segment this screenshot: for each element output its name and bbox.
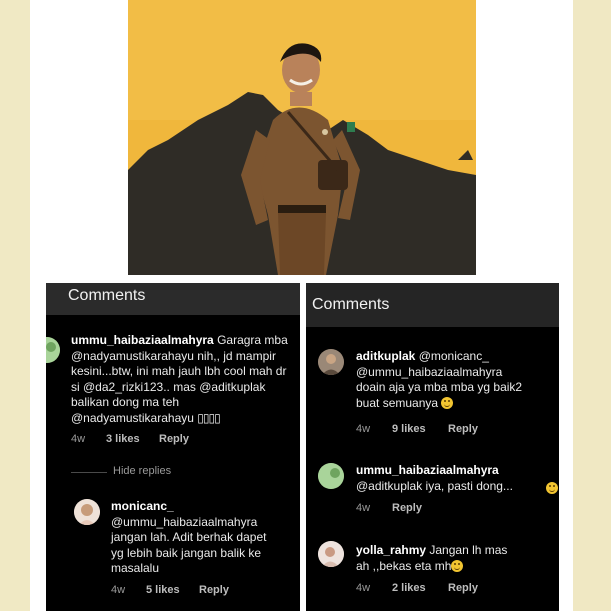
likes-count[interactable]: 3 likes <box>106 433 140 445</box>
smiling-face-icon <box>451 559 464 572</box>
comments-panel-right: Comments aditkuplak @monicanc_ @ummu_hai… <box>306 283 559 611</box>
background-right <box>573 0 611 611</box>
avatar-ummu[interactable] <box>318 463 344 489</box>
reply-button[interactable]: Reply <box>159 433 189 445</box>
avatar-ummu[interactable] <box>46 337 60 363</box>
comment-text: ummu_haibaziaalmahyra Garagra mba @nadya… <box>71 333 296 426</box>
comment-age: 4w <box>356 502 371 514</box>
comment-meta: 4w 2 likes Reply <box>356 582 546 596</box>
comment-username[interactable]: yolla_rahmy <box>356 543 426 557</box>
reply-line-2: jangan lah. Adit berhak dapet <box>111 530 267 544</box>
avatar-yolla[interactable] <box>318 541 344 567</box>
comment-age: 4w <box>356 582 371 594</box>
reply-line-1: @ummu_haibaziaalmahyra <box>111 514 258 529</box>
comment-age: 4w <box>71 433 86 445</box>
reply-button[interactable]: Reply <box>448 582 478 594</box>
divider-line <box>71 472 107 473</box>
comments-panel-left: Comments ummu_haibaziaalmahyra Garagra m… <box>46 283 300 611</box>
profile-photo <box>128 0 476 275</box>
comments-header: Comments <box>46 283 300 315</box>
comment-line-4: buat semuanya <box>356 395 439 410</box>
comment-text: ummu_haibaziaalmahyra @aditkuplak iya, p… <box>356 463 556 494</box>
comment-mention: @monicanc_ <box>415 349 489 363</box>
reply-reply-button[interactable]: Reply <box>199 584 229 596</box>
comment-body: @aditkuplak iya, pasti dong... <box>356 478 513 493</box>
likes-count[interactable]: 2 likes <box>392 582 426 594</box>
comment-age: 4w <box>356 423 371 435</box>
likes-count[interactable]: 9 likes <box>392 423 426 435</box>
comments-title: Comments <box>68 287 146 304</box>
reply-age: 4w <box>111 584 126 596</box>
reply-line-4: masalalu <box>111 561 160 575</box>
comment-line-3: doain aja ya mba mba yg baik2 <box>356 380 523 394</box>
hide-replies-button[interactable]: Hide replies <box>113 465 171 477</box>
background-left <box>0 0 30 611</box>
reply-username[interactable]: monicanc_ <box>111 499 296 515</box>
reply-meta: 4w 5 likes Reply <box>111 584 291 598</box>
emoji-glyphs: ▯▯▯▯ <box>197 410 220 425</box>
avatar-monicanc[interactable] <box>74 499 100 525</box>
comment-body: Jangan lh mas <box>426 543 508 557</box>
comment-line-2: ah ,,bekas eta mh <box>356 558 452 573</box>
avatar-aditkuplak[interactable] <box>318 349 344 375</box>
comment-text: aditkuplak @monicanc_ @ummu_haibaziaalma… <box>356 349 556 411</box>
comment-meta: 4w 3 likes Reply <box>71 433 271 447</box>
comment-meta: 4w 9 likes Reply <box>356 423 546 437</box>
comments-title: Comments <box>312 296 390 313</box>
reply-text: monicanc_ @ummu_haibaziaalmahyra jangan … <box>111 499 296 577</box>
reply-likes-count[interactable]: 5 likes <box>146 584 180 596</box>
reply-line-3: yg lebih baik jangan balik ke <box>111 545 262 560</box>
comment-username[interactable]: ummu_haibaziaalmahyra <box>356 463 556 479</box>
comment-username[interactable]: aditkuplak <box>356 349 415 363</box>
comment-meta: 4w Reply <box>356 502 546 516</box>
reply-button[interactable]: Reply <box>448 423 478 435</box>
comments-header: Comments <box>306 283 559 327</box>
comment-line-2: @ummu_haibaziaalmahyra <box>356 364 503 379</box>
comment-username[interactable]: ummu_haibaziaalmahyra <box>71 333 214 347</box>
smiling-face-icon <box>546 482 558 494</box>
smiling-face-icon <box>441 396 454 409</box>
reply-button[interactable]: Reply <box>392 502 422 514</box>
comment-text: yolla_rahmy Jangan lh mas ah ,,bekas eta… <box>356 543 556 574</box>
